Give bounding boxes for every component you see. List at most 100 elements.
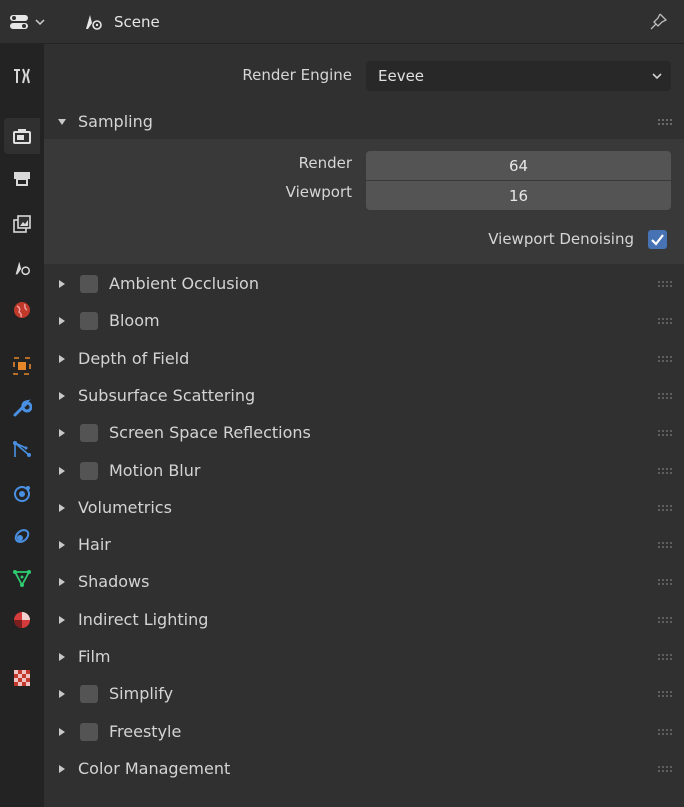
- panel-title-simplify: Simplify: [109, 684, 174, 704]
- panel-title-sampling: Sampling: [78, 112, 153, 131]
- triangle-right-icon: [59, 764, 65, 773]
- drag-grip-icon[interactable]: [658, 542, 672, 549]
- triangle-right-icon: [59, 727, 65, 736]
- triangle-down-icon: [58, 119, 66, 125]
- panel-header-motion-blur[interactable]: Motion Blur: [44, 453, 684, 489]
- drag-grip-icon[interactable]: [658, 467, 672, 474]
- tab-scene[interactable]: [4, 250, 40, 286]
- panel-header-sampling[interactable]: Sampling: [44, 104, 684, 140]
- tab-world[interactable]: [4, 292, 40, 328]
- panel-title-motion-blur: Motion Blur: [109, 460, 201, 480]
- properties-editor-icon: [10, 15, 28, 29]
- mesh-data-icon: [13, 570, 31, 587]
- tab-render[interactable]: [4, 118, 40, 154]
- triangle-right-icon: [59, 690, 65, 699]
- printer-icon: [14, 172, 30, 186]
- tab-modifiers[interactable]: [4, 390, 40, 426]
- render-camera-icon: [13, 129, 31, 144]
- panel-header-freestyle[interactable]: Freestyle: [44, 714, 684, 750]
- panel-header-depth-of-field[interactable]: Depth of Field: [44, 341, 684, 377]
- editor-type-button[interactable]: [8, 10, 58, 34]
- panel-header-shadows[interactable]: Shadows: [44, 564, 684, 600]
- triangle-right-icon: [59, 317, 65, 326]
- tab-object[interactable]: [4, 348, 40, 384]
- panel-header-indirect-lighting[interactable]: Indirect Lighting: [44, 602, 684, 638]
- drag-grip-icon[interactable]: [658, 616, 672, 623]
- drag-grip-icon[interactable]: [658, 504, 672, 511]
- panel-header-volumetrics[interactable]: Volumetrics: [44, 490, 684, 526]
- panel-header-screen-space-reflections[interactable]: Screen Space Reflections: [44, 415, 684, 451]
- render-samples-label: Render: [298, 154, 352, 172]
- panel-header-hair[interactable]: Hair: [44, 527, 684, 563]
- ambient-occlusion-checkbox[interactable]: [80, 275, 98, 293]
- chevron-down-icon: [652, 73, 662, 80]
- context-title: Scene: [114, 13, 160, 31]
- drag-grip-icon[interactable]: [658, 579, 672, 586]
- sampling-panel-body: Render 64 Viewport 16 Viewport Denoising: [44, 139, 684, 264]
- physics-icon: [14, 486, 30, 502]
- panel-title-shadows: Shadows: [78, 572, 150, 592]
- panel-title-color-management: Color Management: [78, 758, 231, 778]
- panel-header-subsurface-scattering[interactable]: Subsurface Scattering: [44, 378, 684, 414]
- drag-grip-icon[interactable]: [658, 728, 672, 735]
- pin-icon[interactable]: [648, 12, 668, 32]
- drag-grip-icon[interactable]: [658, 765, 672, 772]
- texture-icon: [14, 670, 30, 686]
- bloom-checkbox[interactable]: [80, 312, 98, 331]
- tab-texture[interactable]: [4, 660, 40, 696]
- panel-header-bloom[interactable]: Bloom: [44, 303, 684, 339]
- context-breadcrumb: Scene: [82, 10, 160, 34]
- tab-constraints[interactable]: [4, 518, 40, 554]
- triangle-right-icon: [59, 541, 65, 550]
- drag-grip-icon[interactable]: [658, 355, 672, 362]
- freestyle-checkbox[interactable]: [80, 722, 98, 741]
- drag-grip-icon[interactable]: [658, 318, 672, 325]
- world-icon: [14, 302, 30, 318]
- tab-material[interactable]: [4, 602, 40, 638]
- triangle-right-icon: [59, 466, 65, 475]
- viewport-samples-label: Viewport: [285, 183, 352, 201]
- panel-title-ambient-occlusion: Ambient Occlusion: [109, 274, 259, 293]
- tab-particles[interactable]: [4, 432, 40, 468]
- drag-grip-icon[interactable]: [658, 119, 672, 125]
- drag-grip-icon[interactable]: [658, 392, 672, 399]
- triangle-right-icon: [59, 615, 65, 624]
- drag-grip-icon[interactable]: [658, 691, 672, 698]
- screen-space-reflections-checkbox[interactable]: [80, 424, 98, 443]
- render-samples-field[interactable]: 64: [366, 151, 671, 180]
- panel-title-hair: Hair: [78, 535, 111, 555]
- tab-physics[interactable]: [4, 476, 40, 512]
- drag-grip-icon[interactable]: [658, 430, 672, 437]
- panel-header-ambient-occlusion[interactable]: Ambient Occlusion: [44, 266, 684, 302]
- checkmark-icon: [651, 234, 664, 246]
- constraint-icon: [14, 529, 30, 543]
- viewport-samples-value: 16: [508, 186, 529, 205]
- panel-header-color-management[interactable]: Color Management: [44, 751, 684, 787]
- triangle-right-icon: [59, 503, 65, 512]
- tab-view-layer[interactable]: [4, 206, 40, 242]
- render-engine-dropdown[interactable]: Eevee: [366, 61, 671, 91]
- render-engine-label: Render Engine: [242, 66, 352, 84]
- tab-output[interactable]: [4, 160, 40, 196]
- simplify-checkbox[interactable]: [80, 685, 98, 704]
- scene-icon: [15, 261, 30, 276]
- drag-grip-icon[interactable]: [658, 281, 672, 287]
- tab-tool[interactable]: [4, 58, 40, 94]
- triangle-right-icon: [59, 429, 65, 438]
- motion-blur-checkbox[interactable]: [80, 461, 98, 480]
- tab-data[interactable]: [4, 560, 40, 596]
- panel-title-bloom: Bloom: [109, 311, 160, 331]
- viewport-samples-field[interactable]: 16: [366, 181, 671, 210]
- material-icon: [14, 612, 30, 628]
- panel-title-subsurface-scattering: Subsurface Scattering: [78, 385, 256, 405]
- scene-icon: [86, 15, 102, 30]
- panel-title-screen-space-reflections: Screen Space Reflections: [109, 423, 311, 443]
- panel-header-film[interactable]: Film: [44, 639, 684, 675]
- triangle-right-icon: [59, 653, 65, 661]
- viewport-denoising-checkbox[interactable]: [648, 230, 667, 249]
- panel-header-simplify[interactable]: Simplify: [44, 676, 684, 712]
- properties-main-panel: Render Engine Eevee Sampling Render 64 V…: [44, 44, 684, 807]
- drag-grip-icon[interactable]: [658, 654, 672, 660]
- object-icon: [13, 357, 31, 375]
- panel-title-film: Film: [78, 647, 111, 666]
